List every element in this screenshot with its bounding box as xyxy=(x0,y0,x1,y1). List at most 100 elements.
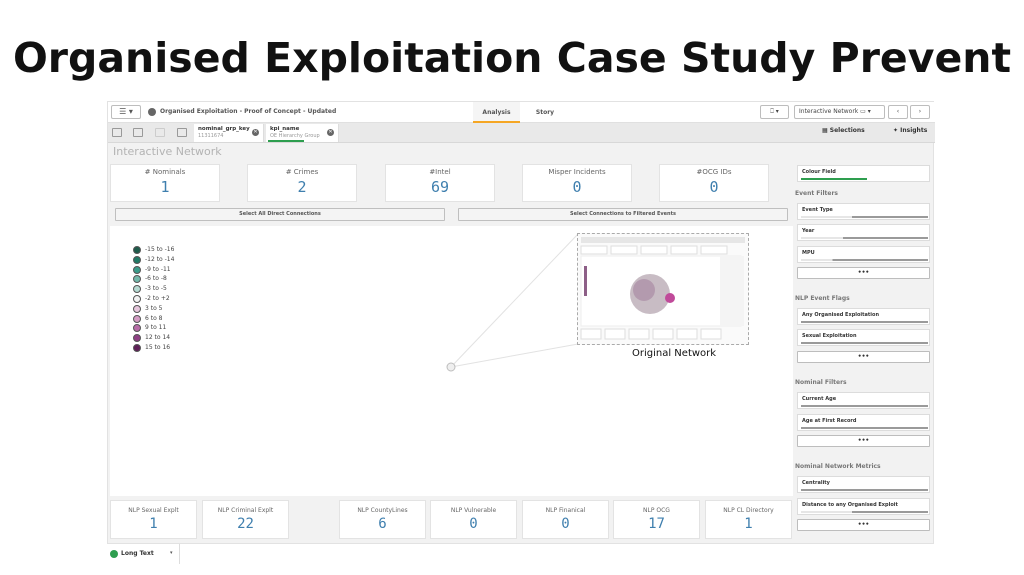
kpi-value: 0 xyxy=(469,516,478,532)
selection-state-bar xyxy=(801,489,928,491)
kpi-value: 6 xyxy=(378,516,387,532)
kpi-nlp-vulnerable[interactable]: NLP Vulnerable 0 xyxy=(430,500,517,539)
selections-bar: nominal_grp_key 11311674 ✕ kpi_name OE H… xyxy=(108,123,935,143)
status-indicator-icon xyxy=(110,550,118,558)
network-chart[interactable]: -15 to -16 -12 to -14 -9 to -11 -6 to -8 -3 … xyxy=(110,226,793,496)
selection-chip-nominal-grp-key[interactable]: nominal_grp_key 11311674 ✕ xyxy=(194,124,264,142)
navigation-menu-button[interactable]: ☰ ▾ xyxy=(111,105,141,119)
selection-state-bar xyxy=(801,405,928,407)
kpi-value: 1 xyxy=(160,178,170,196)
kpi-value: 0 xyxy=(709,178,719,196)
kpi-label: NLP Vulnerable xyxy=(450,507,497,514)
filter-label: Current Age xyxy=(802,396,837,402)
more-event-filters-button[interactable]: ••• xyxy=(797,267,930,279)
status-dropdown[interactable]: Long Text ▾ xyxy=(107,544,180,564)
selections-label: Selections xyxy=(829,127,865,134)
slide-title: Organised Exploitation Case Study Preven… xyxy=(12,34,1012,82)
tab-story[interactable]: Story xyxy=(526,102,564,123)
filter-label: Year xyxy=(802,228,815,234)
kpi-misper-incidents[interactable]: Misper Incidents 0 xyxy=(522,164,632,202)
step-back-icon[interactable] xyxy=(133,128,143,137)
kpi-value: 69 xyxy=(430,178,450,196)
selection-state-bar xyxy=(801,237,928,239)
select-connections-to-filtered-events-button[interactable]: Select Connections to Filtered Events xyxy=(458,208,788,221)
filter-label: Any Organised Exploitation xyxy=(802,312,880,318)
chip-value: 11311674 xyxy=(198,133,224,139)
insights-label: Insights xyxy=(900,127,928,134)
close-icon[interactable]: ✕ xyxy=(252,129,259,136)
filter-label: Colour Field xyxy=(802,169,836,175)
close-icon[interactable]: ✕ xyxy=(327,129,334,136)
section-nominal-network-metrics: Nominal Network Metrics xyxy=(795,463,881,470)
kpi-nominals[interactable]: # Nominals 1 xyxy=(110,164,220,202)
filter-sexual-exploitation[interactable]: Sexual Exploitation xyxy=(797,329,930,346)
app-title: Organised Exploitation - Proof of Concep… xyxy=(160,108,337,115)
kpi-ocg-ids[interactable]: #OCG IDs 0 xyxy=(659,164,769,202)
chip-title: kpi_name xyxy=(270,126,300,132)
kpi-label: NLP Criminal Explt xyxy=(217,507,274,514)
kpi-label: # Crimes xyxy=(285,168,319,176)
sheet-selector[interactable]: Interactive Network ▭ ▾ xyxy=(794,105,885,119)
filter-age-at-first-record[interactable]: Age at First Record xyxy=(797,414,930,431)
kpi-nlp-finanical[interactable]: NLP Finanical 0 xyxy=(522,500,609,539)
kpi-nlp-criminal-explt[interactable]: NLP Criminal Explt 22 xyxy=(202,500,289,539)
kpi-nlp-countylines[interactable]: NLP CountyLines 6 xyxy=(339,500,426,539)
filter-event-type[interactable]: Event Type xyxy=(797,203,930,220)
kpi-label: NLP CL Directory xyxy=(723,507,774,514)
filter-year[interactable]: Year xyxy=(797,224,930,241)
selection-chip-kpi-name[interactable]: kpi_name OE Hierarchy Group ✕ xyxy=(266,124,339,142)
clear-selections-icon[interactable] xyxy=(177,128,187,137)
filter-mpu[interactable]: MPU xyxy=(797,246,930,263)
kpi-nlp-sexual-explt[interactable]: NLP Sexual Explt 1 xyxy=(110,500,197,539)
kpi-label: # Nominals xyxy=(144,168,186,176)
next-sheet-button[interactable]: › xyxy=(910,105,930,119)
step-forward-icon[interactable] xyxy=(155,128,165,137)
more-network-metrics-button[interactable]: ••• xyxy=(797,519,930,531)
selection-state-bar xyxy=(801,321,928,323)
kpi-nlp-cl-directory[interactable]: NLP CL Directory 1 xyxy=(705,500,792,539)
filter-current-age[interactable]: Current Age xyxy=(797,392,930,409)
filter-distance-to-organised-exploit[interactable]: Distance to any Organised Exploit xyxy=(797,498,930,515)
tab-analysis[interactable]: Analysis xyxy=(473,102,520,123)
filter-colour-field[interactable]: Colour Field xyxy=(797,165,930,182)
kpi-label: NLP Sexual Explt xyxy=(128,507,179,514)
filter-any-organised-exploitation[interactable]: Any Organised Exploitation xyxy=(797,308,930,325)
status-label: Long Text xyxy=(121,550,154,557)
kpi-intel[interactable]: #Intel 69 xyxy=(385,164,495,202)
more-nominal-filters-button[interactable]: ••• xyxy=(797,435,930,447)
selection-state-bar xyxy=(801,342,928,344)
chevron-down-icon: ▾ xyxy=(170,550,173,556)
app-window: ☰ ▾ Organised Exploitation - Proof of Co… xyxy=(107,101,935,544)
selections-button[interactable]: ▦ Selections xyxy=(822,127,865,134)
more-nlp-flags-button[interactable]: ••• xyxy=(797,351,930,363)
selection-state-bar xyxy=(801,259,928,261)
kpi-nlp-ocg[interactable]: NLP OCG 17 xyxy=(613,500,700,539)
kpi-label: NLP OCG xyxy=(643,507,670,514)
filter-label: Sexual Exploitation xyxy=(802,333,857,339)
original-network-thumbnail xyxy=(577,233,749,345)
kpi-value: 1 xyxy=(744,516,753,532)
filter-centrality[interactable]: Centrality xyxy=(797,476,930,493)
kpi-label: Misper Incidents xyxy=(548,168,606,176)
bookmark-button[interactable]: ⎕ ▾ xyxy=(760,105,789,119)
insights-button[interactable]: ✦ Insights xyxy=(893,127,927,134)
kpi-value: 22 xyxy=(237,516,254,532)
globe-icon xyxy=(148,108,156,116)
kpi-value: 2 xyxy=(297,178,307,196)
kpi-label: NLP CountyLines xyxy=(357,507,408,514)
kpi-value: 17 xyxy=(648,516,665,532)
filter-label: Distance to any Organised Exploit xyxy=(802,502,898,508)
section-event-filters: Event Filters xyxy=(795,190,838,197)
filter-pane: Colour Field Event Filters Event Type Ye… xyxy=(795,162,933,543)
kpi-crimes[interactable]: # Crimes 2 xyxy=(247,164,357,202)
kpi-label: #Intel xyxy=(429,168,451,176)
kpi-label: #OCG IDs xyxy=(696,168,732,176)
kpi-value: 1 xyxy=(149,516,158,532)
smart-search-icon[interactable] xyxy=(112,128,122,137)
selections-icon: ▦ xyxy=(822,127,830,134)
select-all-direct-connections-button[interactable]: Select All Direct Connections xyxy=(115,208,445,221)
sheet-title: Interactive Network xyxy=(113,145,222,158)
previous-sheet-button[interactable]: ‹ xyxy=(888,105,908,119)
thumbnail-caption: Original Network xyxy=(632,348,717,359)
kpi-value: 0 xyxy=(572,178,582,196)
